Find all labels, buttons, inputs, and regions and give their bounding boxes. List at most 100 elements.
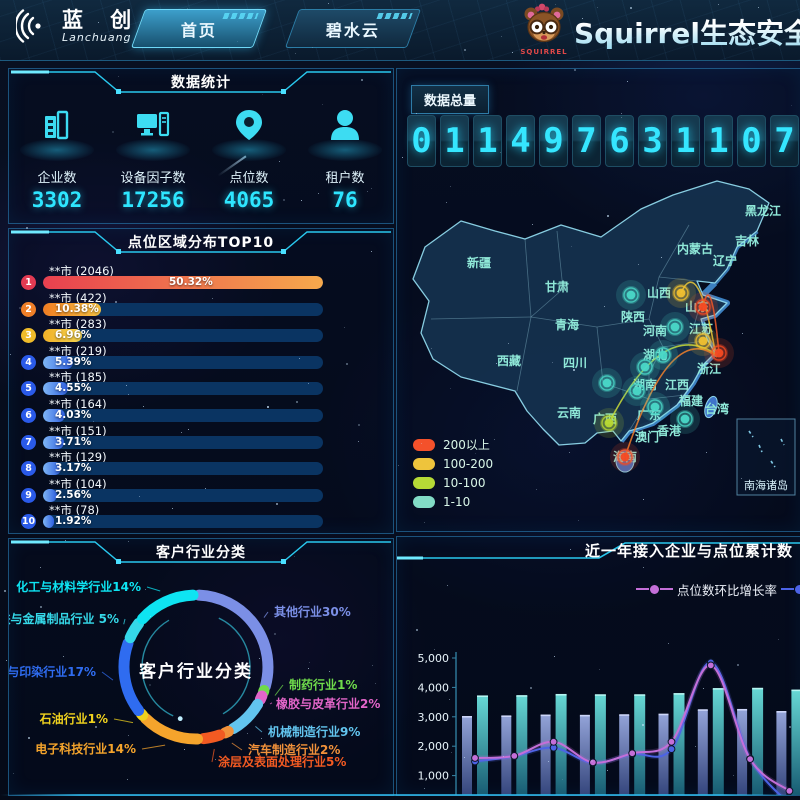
province-label-云南: 云南 <box>557 405 581 420</box>
map-legend-item-2[interactable]: 100-200 <box>413 454 493 473</box>
map-hotspot-teal <box>592 368 622 398</box>
star-decor <box>451 752 452 753</box>
brand-name: 蓝 创 <box>62 9 141 31</box>
top10-row-6: **市 (164)64.03% <box>21 396 381 423</box>
donut-segment-7 <box>146 718 198 739</box>
bar-series2 <box>477 696 488 795</box>
top10-row-8: **市 (129)83.17% <box>21 449 381 476</box>
top10-row-4: **市 (219)45.39% <box>21 343 381 370</box>
star-decor <box>333 35 334 36</box>
star-decor <box>28 737 30 739</box>
province-label-陕西: 陕西 <box>621 309 645 324</box>
star-decor <box>328 3 329 4</box>
mascot-caption: SQUIRREL <box>518 48 570 56</box>
star-decor <box>571 246 572 247</box>
star-decor <box>371 251 372 252</box>
province-label-西藏: 西藏 <box>497 353 521 368</box>
legend-label: 1-10 <box>443 495 470 509</box>
province-label-甘肃: 甘肃 <box>545 279 569 294</box>
star-decor <box>358 424 360 426</box>
star-decor <box>372 665 373 666</box>
donut-label: 橡胶与皮革行业2% <box>276 696 380 711</box>
legend-swatch <box>413 496 435 508</box>
star-decor <box>591 760 593 762</box>
tab-home[interactable]: 首页 <box>131 9 267 48</box>
star-decor <box>512 52 513 53</box>
counter-digit: 0 <box>407 115 436 167</box>
star-decor <box>4 590 6 592</box>
counter-digit: 1 <box>473 115 502 167</box>
data-total-label: 数据总量 <box>411 85 489 114</box>
counter-digit: 1 <box>671 115 700 167</box>
bar-percent-label: 3.71% <box>55 436 91 449</box>
top10-row-1: **市 (2046)150.32% <box>21 263 381 290</box>
top10-bar-line: 83.17% <box>21 462 323 475</box>
map-hotspot-yellow <box>666 278 696 308</box>
rank-badge: 1 <box>21 275 36 290</box>
legend-label: 100-200 <box>443 457 493 471</box>
legend-label: 10-100 <box>443 476 486 490</box>
star-decor <box>431 348 432 349</box>
top10-row-10: **市 (78)101.92% <box>21 502 381 529</box>
top10-row-2: **市 (422)210.38% <box>21 290 381 317</box>
top10-bar-line: 54.55% <box>21 382 323 395</box>
map-legend-item-3[interactable]: 10-100 <box>413 473 493 492</box>
top10-bar-line: 1 50.32% <box>21 276 323 289</box>
legend-swatch <box>413 477 435 489</box>
industry-donut-chart: 其他行业30%制药行业1%橡胶与皮革行业2%机械制造行业9%汽车制造行业2%涂层… <box>9 567 393 793</box>
province-label-内蒙古: 内蒙古 <box>677 241 713 256</box>
bottom-accent-line <box>0 794 800 796</box>
y-axis-tick: 2,000 <box>418 740 450 753</box>
dashboard-root: 蓝 创 Lanchuang 首页 碧水云 <box>0 0 800 800</box>
legend-label: 200以上 <box>443 436 490 453</box>
location-pin-icon <box>227 103 271 149</box>
top10-bar-line: 36.96% <box>21 329 323 342</box>
province-label-辽宁: 辽宁 <box>713 253 737 268</box>
top-header: 蓝 创 Lanchuang 首页 碧水云 <box>0 0 800 61</box>
stat-label: 点位数 <box>201 167 297 186</box>
y-axis-tick: 3,000 <box>418 711 450 724</box>
map-legend-item-4[interactable]: 1-10 <box>413 492 493 511</box>
star-decor <box>88 458 89 459</box>
star-decor <box>267 406 269 408</box>
star-decor <box>582 18 583 19</box>
bar-series2 <box>595 695 606 795</box>
south-sea-label: 南海诸岛 <box>744 478 788 492</box>
star-decor <box>705 407 706 408</box>
rank-badge: 9 <box>21 488 36 503</box>
donut-label: 钢铁与金属制品行业 5% <box>9 611 119 626</box>
data-total-counter: 011497631107 <box>407 115 799 167</box>
y-axis-tick: 5,000 <box>418 652 450 665</box>
star-decor <box>312 47 313 48</box>
stat-value: 76 <box>297 188 393 212</box>
map-hotspot-green <box>594 408 624 438</box>
bar-percent-label: 4.03% <box>55 409 91 422</box>
province-label-黑龙江: 黑龙江 <box>745 203 781 218</box>
trend-combo-chart: 01,0002,0003,0004,0005,0001月2月3月4月5月6月7月… <box>397 567 800 795</box>
star-decor <box>737 664 739 666</box>
squirrel-mascot: SQUIRREL <box>518 2 570 56</box>
donut-segment-10 <box>130 624 138 638</box>
star-decor <box>586 547 587 548</box>
star-decor <box>128 394 129 395</box>
south-sea-islands-box: 南海诸岛 <box>737 419 795 495</box>
top10-row-9: **市 (104)92.56% <box>21 476 381 503</box>
counter-digit: 1 <box>440 115 469 167</box>
bar-track: 50.32% <box>43 276 323 289</box>
map-legend-item-1[interactable]: 200以上 <box>413 435 493 454</box>
top10-bar-chart: **市 (2046)150.32%**市 (422)210.38%**市 (28… <box>21 263 381 529</box>
legend-swatch <box>413 439 435 451</box>
top10-bar-line: 92.56% <box>21 489 323 502</box>
tab-bishuiyun[interactable]: 碧水云 <box>285 9 421 48</box>
star-decor <box>358 441 359 442</box>
donut-label: 石油行业1% <box>39 711 108 726</box>
stat-label: 设备因子数 <box>105 167 201 186</box>
top10-panel-title: 点位区域分布TOP10 <box>9 232 393 252</box>
counter-digit: 3 <box>638 115 667 167</box>
counter-digit: 9 <box>539 115 568 167</box>
map-hotspot-teal <box>640 392 670 422</box>
panel-china-map: 数据总量 011497631107 黑龙江吉林辽宁内蒙古新疆甘肃青海西藏云南四川… <box>396 68 800 532</box>
panel-customer-industry: 客户行业分类 其他行业30%制药行业1%橡胶与皮革行业2%机械制造行业9%汽车制… <box>8 538 394 796</box>
star-decor <box>597 7 598 8</box>
donut-label: 机械制造行业9% <box>268 724 360 739</box>
